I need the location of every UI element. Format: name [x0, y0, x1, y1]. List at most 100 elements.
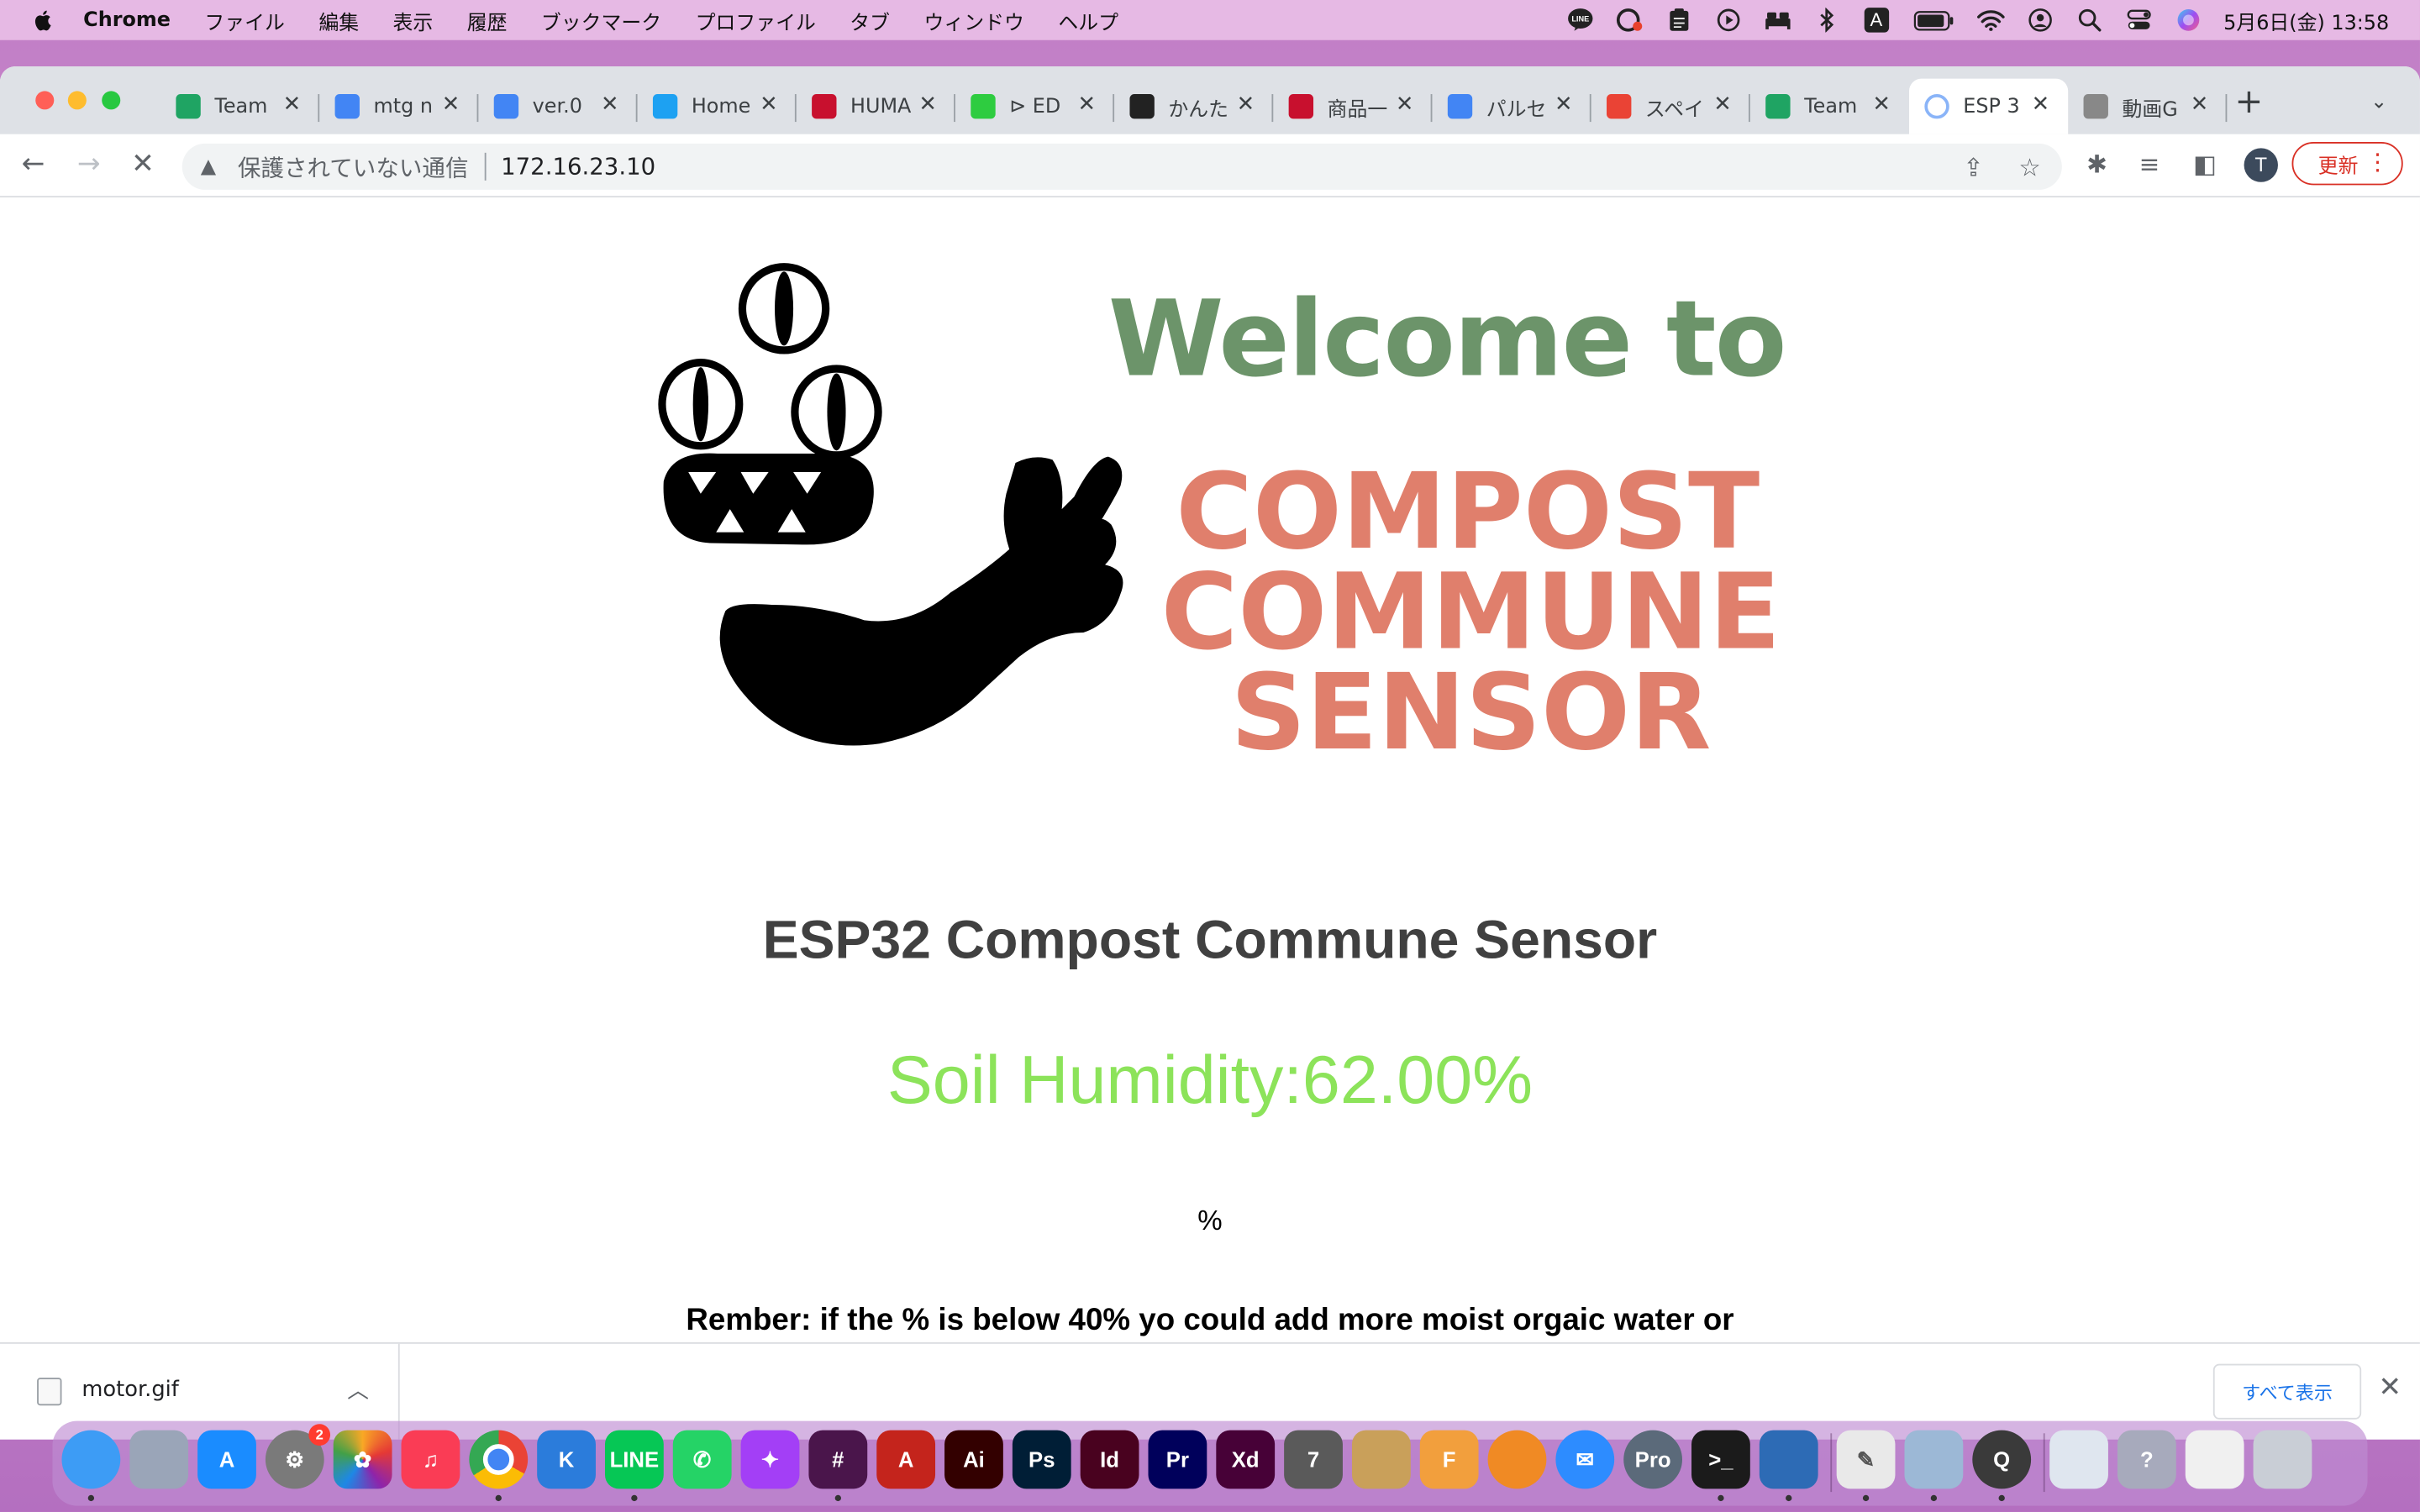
back-button[interactable]: ← [22, 149, 45, 181]
tab-close-icon[interactable]: ✕ [1396, 92, 1414, 117]
line-icon[interactable]: LINE [1566, 8, 1594, 32]
premiere-icon[interactable]: Pr [1148, 1430, 1207, 1489]
tab-4[interactable]: HUMA ✕ [797, 79, 955, 134]
media-control-icon[interactable]: ≡ [2139, 150, 2160, 179]
illustrator-icon[interactable]: Ai [944, 1430, 1003, 1489]
tab-11[interactable]: ESP 3 ✕ [1908, 78, 2069, 134]
downloads-folder-icon[interactable] [2049, 1430, 2108, 1489]
tab-close-icon[interactable]: ✕ [760, 92, 778, 117]
tab-close-icon[interactable]: ✕ [2032, 92, 2050, 117]
siri-icon[interactable] [2174, 8, 2202, 32]
tab-close-icon[interactable]: ✕ [1713, 92, 1732, 117]
clipboard-icon[interactable] [1665, 8, 1692, 32]
bluetooth-icon[interactable] [1813, 8, 1841, 33]
tab-close-icon[interactable]: ✕ [918, 92, 937, 117]
show-all-downloads-button[interactable]: すべて表示 [2212, 1363, 2362, 1420]
earth-pro-icon[interactable]: Pro [1623, 1430, 1683, 1489]
not-secure-label[interactable]: 保護されていない通信 [238, 150, 469, 183]
tab-1[interactable]: mtg n ✕ [319, 79, 479, 134]
tab-0[interactable]: Team ✕ [160, 79, 320, 134]
blender-icon[interactable] [1487, 1430, 1547, 1489]
tab-2[interactable]: ver.0 ✕ [478, 79, 638, 134]
menu-view[interactable]: 表示 [393, 5, 434, 35]
tab-10[interactable]: Team ✕ [1750, 79, 1909, 134]
spotlight-icon[interactable] [2075, 8, 2103, 32]
tab-8[interactable]: パルセ ✕ [1432, 79, 1591, 134]
menu-file[interactable]: ファイル [204, 5, 285, 35]
warning-icon[interactable]: ▲ [201, 155, 225, 179]
quicktime-icon[interactable]: Q [1972, 1430, 2032, 1489]
launchpad-icon[interactable] [129, 1430, 189, 1489]
profile-avatar[interactable]: T [2244, 148, 2278, 182]
tab-6[interactable]: かんた ✕ [1114, 79, 1274, 134]
screenshot-stack-icon[interactable] [2185, 1430, 2244, 1489]
input-source-icon[interactable]: A [1862, 8, 1890, 33]
menu-bookmarks[interactable]: ブックマーク [541, 5, 661, 35]
minimize-window-button[interactable] [67, 91, 87, 110]
zoom-icon[interactable]: ✉ [1555, 1430, 1615, 1489]
line-icon[interactable]: LINE [604, 1430, 664, 1489]
rhino-icon[interactable]: 7 [1284, 1430, 1343, 1489]
chrome-icon[interactable] [469, 1430, 529, 1489]
tab-search-button[interactable]: ⌄ [2370, 91, 2387, 114]
whatsapp-icon[interactable]: ✆ [672, 1430, 732, 1489]
trash-icon[interactable] [2253, 1430, 2312, 1489]
keynote-icon[interactable]: K [537, 1430, 596, 1489]
fusion360-icon[interactable]: F [1419, 1430, 1479, 1489]
tab-close-icon[interactable]: ✕ [283, 92, 302, 117]
tab-12[interactable]: 動画G ✕ [2068, 79, 2228, 134]
tab-7[interactable]: 商品一 ✕ [1273, 79, 1433, 134]
menu-bar-clock[interactable]: 5月6日(金) 13:58 [2223, 5, 2389, 35]
slack-icon[interactable]: # [808, 1430, 868, 1489]
stop-loading-button[interactable]: ✕ [131, 149, 155, 181]
xd-icon[interactable]: Xd [1216, 1430, 1276, 1489]
tab-close-icon[interactable]: ✕ [1237, 92, 1255, 117]
menu-tab[interactable]: タブ [850, 5, 890, 35]
side-panel-icon[interactable]: ◧ [2193, 150, 2217, 179]
url-text[interactable]: 172.16.23.10 [501, 153, 655, 181]
tab-close-icon[interactable]: ✕ [1078, 92, 1097, 117]
update-button[interactable]: 更新 ⋮ [2291, 141, 2403, 186]
app-store-icon[interactable]: A [197, 1430, 256, 1489]
bookmark-star-icon[interactable]: ☆ [2018, 153, 2040, 182]
address-bar[interactable]: ▲ 保護されていない通信 172.16.23.10 ⇪ ☆ [182, 143, 2062, 190]
close-window-button[interactable] [35, 91, 55, 110]
acrobat-icon[interactable]: A [876, 1430, 936, 1489]
play-icon[interactable] [1714, 8, 1742, 32]
tab-close-icon[interactable]: ✕ [1555, 92, 1573, 117]
zoom-window-button[interactable] [102, 91, 121, 110]
tab-close-icon[interactable]: ✕ [442, 92, 460, 117]
tab-9[interactable]: スペイ ✕ [1591, 79, 1750, 134]
preview-icon[interactable] [1904, 1430, 1964, 1489]
menu-history[interactable]: 履歴 [467, 5, 508, 35]
menu-edit[interactable]: 編集 [318, 5, 359, 35]
forward-button[interactable]: → [77, 149, 101, 181]
finder-icon[interactable] [61, 1430, 121, 1489]
terminal-icon[interactable]: >_ [1691, 1430, 1750, 1489]
messenger-icon[interactable]: ✦ [740, 1430, 800, 1489]
close-download-bar-icon[interactable]: ✕ [2378, 1372, 2402, 1404]
wifi-icon[interactable] [1976, 8, 2005, 32]
user-icon[interactable] [2026, 8, 2054, 32]
tab-3[interactable]: Home ✕ [638, 79, 797, 134]
help-icon[interactable]: ? [2117, 1430, 2176, 1489]
creative-cloud-icon[interactable] [1615, 8, 1643, 32]
control-center-icon[interactable] [2125, 8, 2153, 32]
indesign-icon[interactable]: Id [1080, 1430, 1139, 1489]
extensions-icon[interactable]: ✱ [2086, 150, 2107, 179]
textedit-icon[interactable]: ✎ [1836, 1430, 1896, 1489]
menu-window[interactable]: ウィンドウ [923, 5, 1023, 35]
tab-close-icon[interactable]: ✕ [1872, 92, 1891, 117]
new-tab-button[interactable]: + [2235, 86, 2264, 119]
menu-chrome[interactable]: Chrome [83, 8, 171, 32]
photoshop-icon[interactable]: Ps [1012, 1430, 1071, 1489]
music-icon[interactable]: ♫ [401, 1430, 460, 1489]
apple-icon[interactable] [31, 8, 55, 32]
menu-profiles[interactable]: プロファイル [696, 5, 816, 35]
bed-icon[interactable] [1764, 8, 1791, 32]
more-menu-icon[interactable]: ⋮ [2366, 148, 2390, 176]
tab-close-icon[interactable]: ✕ [601, 92, 619, 117]
download-filename[interactable]: motor.gif [82, 1378, 179, 1402]
chevron-up-icon[interactable]: ︿ [347, 1374, 369, 1405]
tab-close-icon[interactable]: ✕ [2191, 92, 2209, 117]
